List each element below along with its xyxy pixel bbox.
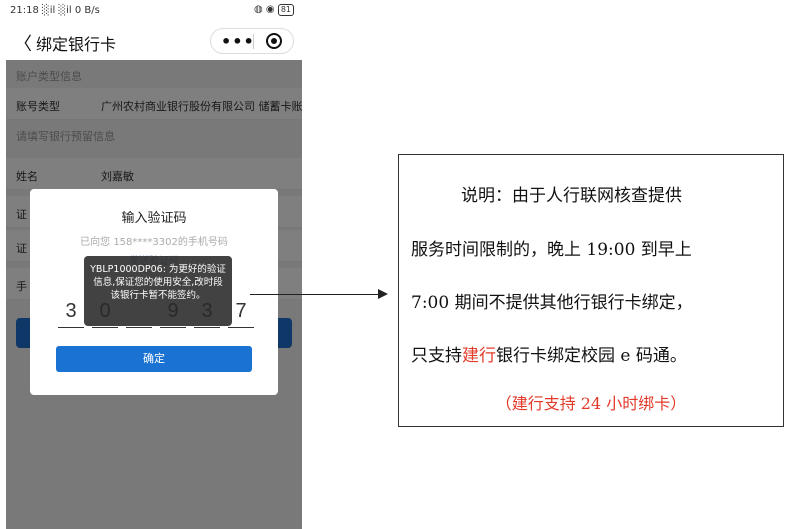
code-digit-1[interactable]: 3 bbox=[58, 296, 84, 328]
note-highlight-ccb: 建行 bbox=[462, 346, 496, 366]
status-bar: 21:18 ░il ░il 0 B/s ◍ ◉ 81 bbox=[6, 0, 302, 22]
note-line-4-end: 银行卡绑定校园 e 码通。 bbox=[496, 346, 687, 366]
dialog-title: 输入验证码 bbox=[121, 211, 187, 226]
note-line-5: （建行支持 24 小时绑卡） bbox=[495, 394, 687, 413]
note-line-2: 服务时间限制的，晚上 19:00 到早上 bbox=[411, 240, 692, 260]
explanation-box: 说明：由于人行联网核查提供 服务时间限制的，晚上 19:00 到早上 7:00 … bbox=[398, 154, 784, 427]
close-icon[interactable] bbox=[266, 33, 282, 49]
note-line-4: 只支持建行银行卡绑定校园 e 码通。 bbox=[411, 341, 794, 366]
error-toast: YBLP1000DP06: 为更好的验证信息,保证您的使用安全,改时段该银行卡暂… bbox=[84, 256, 232, 326]
nav-bar: 〈 绑定银行卡 ••• bbox=[6, 22, 302, 60]
note-line-3: 7:00 期间不提供其他行银行卡绑定， bbox=[411, 293, 693, 313]
arrow-line bbox=[250, 294, 384, 295]
battery-icon: 81 bbox=[277, 4, 294, 16]
mini-program-capsule: ••• bbox=[210, 28, 294, 54]
status-icons: ◍ ◉ 81 bbox=[254, 4, 294, 16]
more-icon[interactable]: ••• bbox=[221, 32, 255, 51]
note-line-1: 说明：由于人行联网核查提供 bbox=[461, 186, 682, 206]
phone-screen: 21:18 ░il ░il 0 B/s ◍ ◉ 81 〈 绑定银行卡 ••• 账… bbox=[6, 0, 302, 529]
page-title: 绑定银行卡 bbox=[36, 35, 117, 54]
capsule-divider bbox=[253, 34, 254, 49]
status-time: 21:18 ░il ░il 0 B/s bbox=[10, 5, 100, 16]
arrow-head-icon bbox=[378, 289, 388, 299]
confirm-button[interactable]: 确定 bbox=[56, 346, 252, 372]
note-line-4-start: 只支持 bbox=[411, 346, 462, 366]
back-icon[interactable]: 〈 bbox=[14, 30, 32, 56]
dialog-subtitle: 已向您 158****3302的手机号码 bbox=[80, 237, 228, 248]
